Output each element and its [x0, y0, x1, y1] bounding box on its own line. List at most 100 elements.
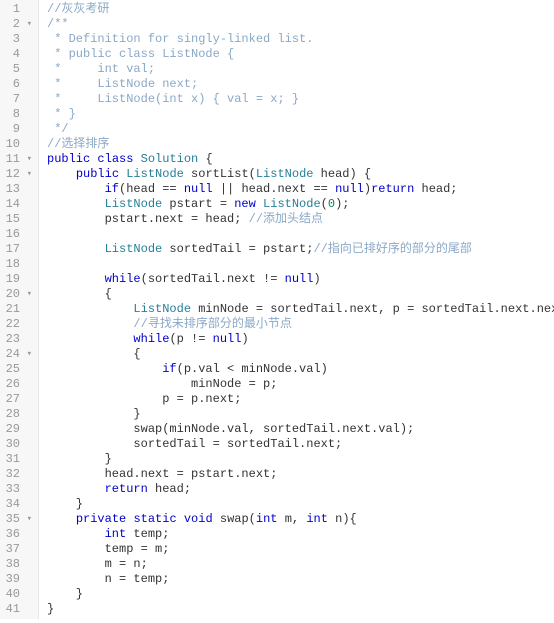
line-number-value: 41 [2, 602, 20, 617]
fold-toggle-icon[interactable]: ▾ [24, 152, 32, 167]
line-number-value: 5 [2, 62, 20, 77]
code-line[interactable]: temp = m; [47, 542, 554, 557]
line-number-value: 23 [2, 332, 20, 347]
line-number-value: 36 [2, 527, 20, 542]
token-ty: ListNode [133, 302, 191, 316]
token-kw: class [97, 152, 133, 166]
code-line[interactable]: p = p.next; [47, 392, 554, 407]
code-line[interactable]: public ListNode sortList(ListNode head) … [47, 167, 554, 182]
token-nm: head.next = pstart.next; [47, 467, 277, 481]
token-kw: int [306, 512, 328, 526]
code-line[interactable]: minNode = p; [47, 377, 554, 392]
code-line[interactable]: n = temp; [47, 572, 554, 587]
code-line[interactable]: } [47, 587, 554, 602]
line-number: 6 [2, 77, 32, 92]
token-nm: ) [364, 182, 371, 196]
token-kw: public [47, 152, 90, 166]
line-number-value: 14 [2, 197, 20, 212]
code-line[interactable]: * public class ListNode { [47, 47, 554, 62]
line-number: 36 [2, 527, 32, 542]
line-number-value: 34 [2, 497, 20, 512]
line-number: 3 [2, 32, 32, 47]
code-line[interactable]: * } [47, 107, 554, 122]
token-nm [47, 527, 105, 541]
line-number: 8 [2, 107, 32, 122]
code-line[interactable]: //灰灰考研 [47, 2, 554, 17]
token-nm: } [47, 497, 83, 511]
line-number: 13 [2, 182, 32, 197]
code-line[interactable]: { [47, 347, 554, 362]
line-number: 19 [2, 272, 32, 287]
token-nm: head) { [313, 167, 371, 181]
code-line[interactable]: int temp; [47, 527, 554, 542]
code-line[interactable]: head.next = pstart.next; [47, 467, 554, 482]
token-nm [47, 317, 133, 331]
code-line[interactable]: public class Solution { [47, 152, 554, 167]
fold-toggle-icon[interactable]: ▾ [24, 287, 32, 302]
code-line[interactable]: sortedTail = sortedTail.next; [47, 437, 554, 452]
fold-toggle-icon[interactable]: ▾ [24, 17, 32, 32]
code-line[interactable]: } [47, 497, 554, 512]
code-line[interactable]: m = n; [47, 557, 554, 572]
token-kw: null [285, 272, 314, 286]
line-number-value: 3 [2, 32, 20, 47]
fold-toggle-icon[interactable]: ▾ [24, 167, 32, 182]
code-line[interactable] [47, 227, 554, 242]
token-nm: } [47, 452, 112, 466]
code-line[interactable]: pstart.next = head; //添加头结点 [47, 212, 554, 227]
code-line[interactable]: ListNode sortedTail = pstart;//指向已排好序的部分… [47, 242, 554, 257]
code-line[interactable]: swap(minNode.val, sortedTail.next.val); [47, 422, 554, 437]
token-nm: temp; [126, 527, 169, 541]
code-line[interactable]: //选择排序 [47, 137, 554, 152]
token-nm: minNode = p; [47, 377, 277, 391]
code-line[interactable]: { [47, 287, 554, 302]
code-line[interactable]: * Definition for singly-linked list. [47, 32, 554, 47]
code-line[interactable]: * ListNode(int x) { val = x; } [47, 92, 554, 107]
line-number-value: 33 [2, 482, 20, 497]
code-line[interactable]: */ [47, 122, 554, 137]
code-line[interactable]: while(sortedTail.next != null) [47, 272, 554, 287]
code-line[interactable]: private static void swap(int m, int n){ [47, 512, 554, 527]
token-nm: pstart = [162, 197, 234, 211]
code-area[interactable]: //灰灰考研/** * Definition for singly-linked… [39, 0, 554, 619]
fold-toggle-icon[interactable]: ▾ [24, 512, 32, 527]
code-line[interactable]: //寻找未排序部分的最小节点 [47, 317, 554, 332]
token-nm: (head == [119, 182, 184, 196]
token-nm: n = temp; [47, 572, 169, 586]
token-nm: temp = m; [47, 542, 169, 556]
line-number-value: 25 [2, 362, 20, 377]
line-number-value: 27 [2, 392, 20, 407]
code-line[interactable] [47, 257, 554, 272]
code-line[interactable]: if(p.val < minNode.val) [47, 362, 554, 377]
fold-toggle-icon[interactable]: ▾ [24, 347, 32, 362]
token-nm: m, [278, 512, 307, 526]
line-number: 5 [2, 62, 32, 77]
line-number-value: 16 [2, 227, 20, 242]
code-line[interactable]: } [47, 452, 554, 467]
token-ty: ListNode [105, 197, 163, 211]
token-nm: ( [321, 197, 328, 211]
line-number: 30 [2, 437, 32, 452]
line-number-value: 24 [2, 347, 20, 362]
code-line[interactable]: } [47, 407, 554, 422]
line-number-value: 22 [2, 317, 20, 332]
line-number: 29 [2, 422, 32, 437]
code-line[interactable]: return head; [47, 482, 554, 497]
line-number: 32 [2, 467, 32, 482]
line-number: 20▾ [2, 287, 32, 302]
line-number: 39 [2, 572, 32, 587]
token-ty: ListNode [126, 167, 184, 181]
code-line[interactable]: if(head == null || head.next == null)ret… [47, 182, 554, 197]
code-line[interactable]: /** [47, 17, 554, 32]
code-line[interactable]: * ListNode next; [47, 77, 554, 92]
token-nm [47, 332, 133, 346]
code-line[interactable]: while(p != null) [47, 332, 554, 347]
line-number-value: 18 [2, 257, 20, 272]
token-ty: ListNode [263, 197, 321, 211]
line-number: 4 [2, 47, 32, 62]
token-nm [133, 152, 140, 166]
code-line[interactable]: ListNode minNode = sortedTail.next, p = … [47, 302, 554, 317]
code-line[interactable]: ListNode pstart = new ListNode(0); [47, 197, 554, 212]
code-line[interactable]: * int val; [47, 62, 554, 77]
code-line[interactable]: } [47, 602, 554, 617]
